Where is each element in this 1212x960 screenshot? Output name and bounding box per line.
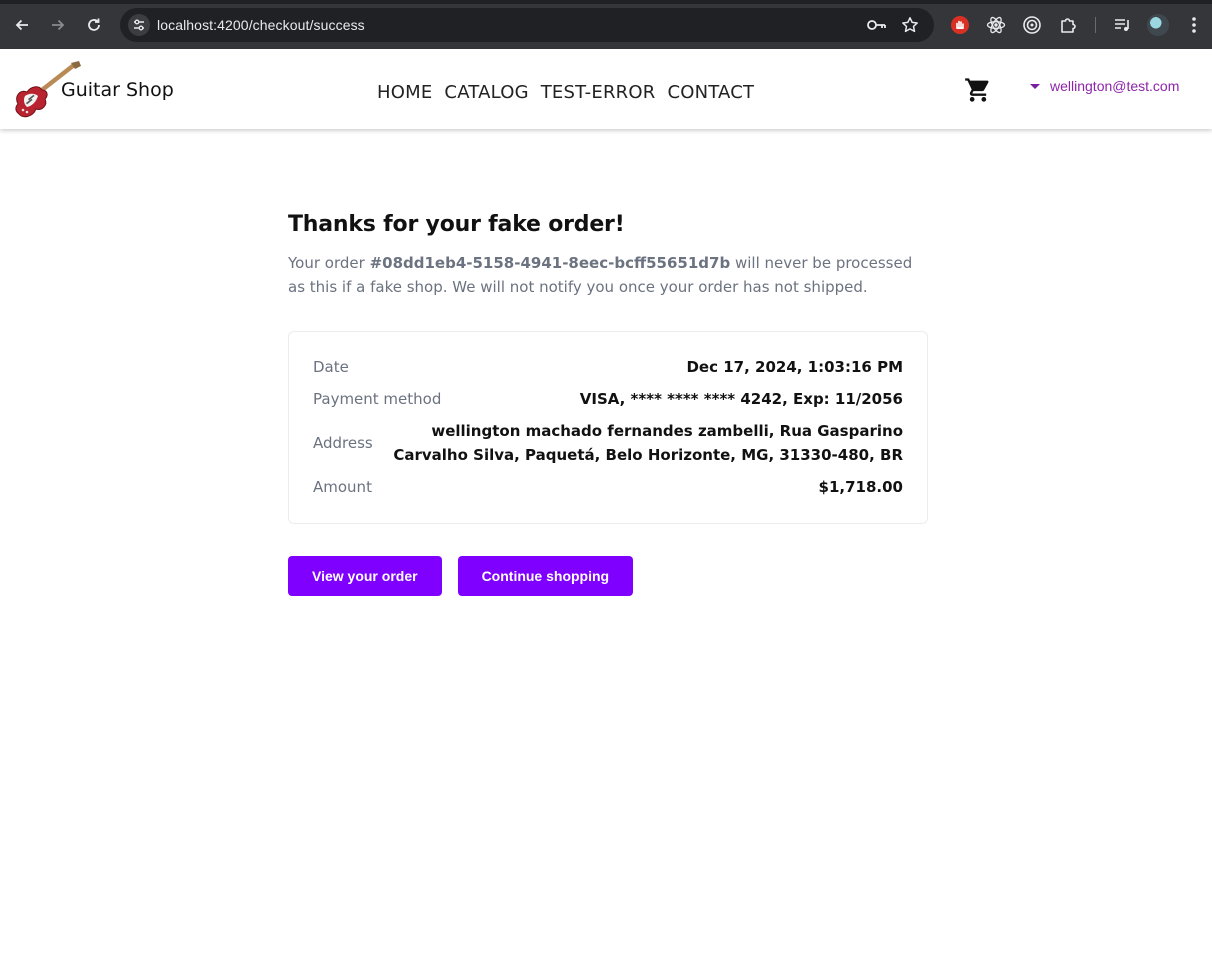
amount-value: $1,718.00 xyxy=(818,478,903,496)
toolbar-separator xyxy=(1095,17,1096,33)
profile-avatar[interactable] xyxy=(1147,14,1169,36)
forward-icon[interactable] xyxy=(46,13,70,37)
page-title: Thanks for your fake order! xyxy=(288,212,625,237)
user-menu[interactable]: wellington@test.com xyxy=(1030,78,1179,94)
shopping-cart-icon[interactable] xyxy=(963,76,993,104)
address-value: wellington machado fernandes zambelli, R… xyxy=(393,422,903,464)
payment-label: Payment method xyxy=(313,390,442,408)
continue-shopping-button[interactable]: Continue shopping xyxy=(457,556,634,596)
nav-test-error[interactable]: TEST-ERROR xyxy=(541,82,656,103)
summary-row-payment: Payment method VISA, **** **** **** 4242… xyxy=(313,387,903,411)
caret-down-icon[interactable] xyxy=(1030,84,1040,89)
checkout-success: Thanks for your fake order! Your order #… xyxy=(288,212,928,596)
nav-home[interactable]: HOME xyxy=(377,82,432,103)
browser-toolbar: localhost:4200/checkout/success xyxy=(0,0,1212,49)
ublock-extension-icon[interactable] xyxy=(948,13,972,37)
address-bar[interactable]: localhost:4200/checkout/success xyxy=(120,8,934,42)
bookmark-star-icon[interactable] xyxy=(900,15,920,35)
date-value: Dec 17, 2024, 1:03:16 PM xyxy=(686,358,903,376)
nav-catalog[interactable]: CATALOG xyxy=(444,82,528,103)
chrome-menu-icon[interactable] xyxy=(1182,13,1206,37)
user-email[interactable]: wellington@test.com xyxy=(1050,78,1179,94)
tab-strip xyxy=(0,0,1212,4)
react-devtools-icon[interactable] xyxy=(984,13,1008,37)
summary-row-address: Address wellington machado fernandes zam… xyxy=(313,419,903,467)
summary-row-date: Date Dec 17, 2024, 1:03:16 PM xyxy=(313,355,903,379)
message-prefix: Your order xyxy=(288,254,370,272)
main-nav: HOME CATALOG TEST-ERROR CONTACT xyxy=(377,82,754,103)
site-header: Guitar Shop HOME CATALOG TEST-ERROR CONT… xyxy=(0,49,1212,129)
url-text[interactable]: localhost:4200/checkout/success xyxy=(157,17,365,33)
site-settings-icon[interactable] xyxy=(128,14,150,36)
back-icon[interactable] xyxy=(10,13,34,37)
password-key-icon[interactable] xyxy=(867,15,887,35)
order-summary-card: Date Dec 17, 2024, 1:03:16 PM Payment me… xyxy=(288,331,928,524)
action-buttons: View your order Continue shopping xyxy=(288,556,928,596)
payment-value: VISA, **** **** **** 4242, Exp: 11/2056 xyxy=(579,390,903,408)
summary-row-amount: Amount $1,718.00 xyxy=(313,475,903,499)
date-label: Date xyxy=(313,358,349,376)
amount-label: Amount xyxy=(313,478,372,496)
media-control-icon[interactable] xyxy=(1110,13,1134,37)
extensions-puzzle-icon[interactable] xyxy=(1056,13,1080,37)
view-order-button[interactable]: View your order xyxy=(288,556,442,596)
address-label: Address xyxy=(313,434,373,452)
reload-icon[interactable] xyxy=(82,13,106,37)
brand-name[interactable]: Guitar Shop xyxy=(61,79,174,101)
nav-contact[interactable]: CONTACT xyxy=(667,82,754,103)
order-message: Your order #08dd1eb4-5158-4941-8eec-bcff… xyxy=(288,251,928,299)
target-extension-icon[interactable] xyxy=(1020,13,1044,37)
order-id: #08dd1eb4-5158-4941-8eec-bcff55651d7b xyxy=(369,254,731,272)
